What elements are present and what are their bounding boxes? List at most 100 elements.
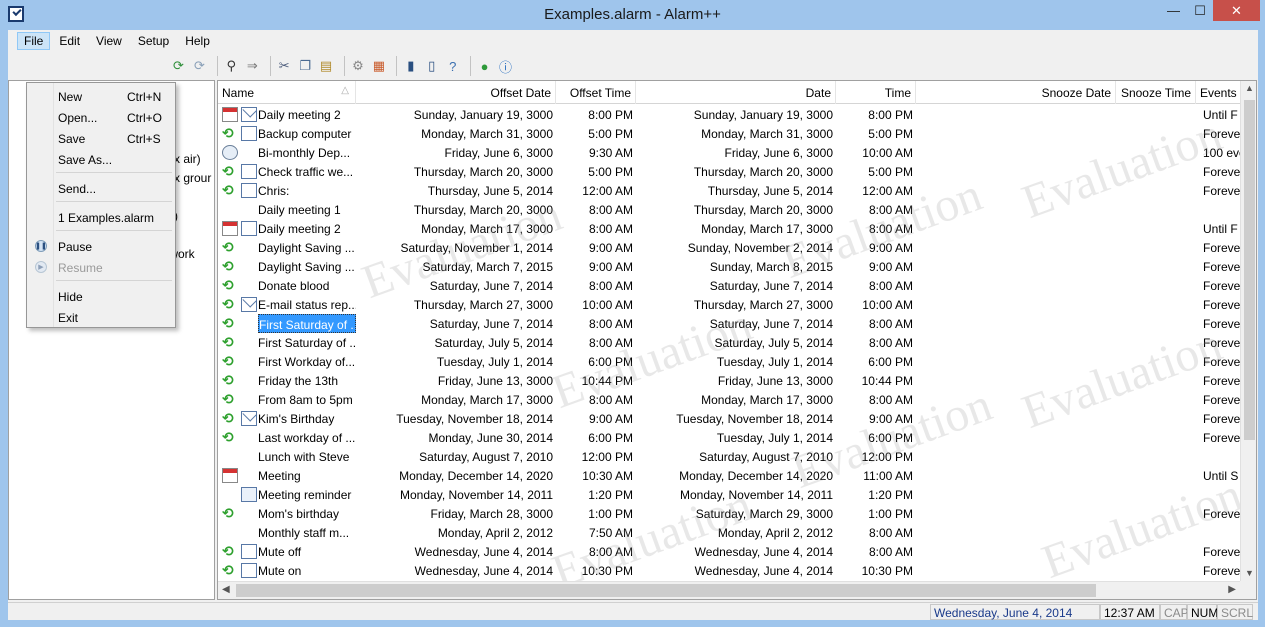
alarm-date: Friday, June 6, 3000 — [724, 146, 833, 160]
menu-item-pause[interactable]: ❚❚ Pause — [27, 237, 175, 256]
table-row[interactable]: ⟲ Backup computer Monday, March 31, 3000 5:… — [218, 124, 1256, 143]
alarm-list[interactable]: Name △ Offset Date Offset Time Date Time … — [217, 80, 1257, 600]
binoculars-icon[interactable]: ⚲ — [223, 57, 240, 76]
menu-item-exit[interactable]: Exit — [27, 308, 175, 327]
table-row[interactable]: ⟲ Mute off Wednesday, June 4, 2014 8:00 AM W… — [218, 542, 1256, 561]
offset-time: 8:00 AM — [588, 203, 633, 217]
scroll-right-icon[interactable]: ▶ — [1228, 584, 1236, 595]
table-row[interactable]: ⟲ Daylight Saving ... Saturday, March 7, 2… — [218, 257, 1256, 276]
column-header-offset-date[interactable]: Offset Date — [356, 81, 556, 104]
menu-item-label: Exit — [58, 311, 79, 325]
table-row[interactable]: Monthly staff m... Monday, April 2, 2012 7… — [218, 523, 1256, 542]
column-header-time[interactable]: Time — [836, 81, 916, 104]
column-header-date[interactable]: Date — [636, 81, 836, 104]
menu-edit[interactable]: Edit — [52, 32, 87, 50]
alarm-time: 1:20 PM — [868, 488, 913, 502]
minimize-button[interactable]: — — [1160, 0, 1187, 21]
table-row[interactable]: ⟲ Mute on Wednesday, June 4, 2014 10:30 PM W… — [218, 561, 1256, 580]
close-button[interactable]: ✕ — [1213, 0, 1260, 21]
horizontal-scrollbar[interactable]: ◀ ▶ — [218, 581, 1240, 599]
refresh-icon[interactable]: ⟳ — [170, 57, 187, 76]
table-row[interactable]: ⟲ Kim's Birthday Tuesday, November 18, 201… — [218, 409, 1256, 428]
table-row[interactable]: ⟲ Chris: Thursday, June 5, 2014 12:00 AM Thu… — [218, 181, 1256, 200]
column-header-snooze-time[interactable]: Snooze Time — [1116, 81, 1196, 104]
column-header-name[interactable]: Name △ — [218, 81, 356, 104]
recur-icon: ⟲ — [222, 182, 234, 198]
table-row[interactable]: Daily meeting 2 Monday, March 17, 3000 8:0… — [218, 219, 1256, 238]
column-header-offset-time[interactable]: Offset Time — [556, 81, 636, 104]
alarm-time: 5:00 PM — [868, 127, 913, 141]
table-row[interactable]: Daily meeting 2 Sunday, January 19, 3000 8… — [218, 105, 1256, 124]
table-row[interactable]: ⟲ Donate blood Saturday, June 7, 2014 8:00 … — [218, 276, 1256, 295]
events: Foreve — [1203, 393, 1241, 407]
vertical-scrollbar[interactable]: ▲ ▼ — [1240, 81, 1256, 581]
offset-date: Tuesday, July 1, 2014 — [436, 355, 553, 369]
menu-item-label: Open... — [58, 111, 98, 125]
arrow-icon[interactable]: ⇒ — [244, 57, 261, 76]
help-icon[interactable]: ? — [444, 57, 461, 76]
table-row[interactable]: Meeting reminder Monday, November 14, 201… — [218, 485, 1256, 504]
table-row[interactable]: ⟲ Mom's birthday Friday, March 28, 3000 1:0… — [218, 504, 1256, 523]
table-row[interactable]: ⟲ Daylight Saving ... Saturday, November 1… — [218, 238, 1256, 257]
table-row[interactable]: ⟲ Friday the 13th Friday, June 13, 3000 10:… — [218, 371, 1256, 390]
recur-icon: ⟲ — [222, 334, 234, 350]
menu-setup[interactable]: Setup — [131, 32, 176, 50]
scroll-up-icon[interactable]: ▲ — [1245, 83, 1254, 93]
scroll-down-icon[interactable]: ▼ — [1245, 568, 1254, 578]
recur-icon: ⟲ — [222, 543, 234, 559]
offset-date: Thursday, March 20, 3000 — [413, 203, 553, 217]
alarm-time: 5:00 PM — [868, 165, 913, 179]
menu-item-hide[interactable]: Hide — [27, 287, 175, 306]
events: Foreve — [1203, 374, 1241, 388]
sort-ascending-icon: △ — [341, 85, 349, 96]
vertical-scroll-thumb[interactable] — [1244, 100, 1255, 440]
menu-file[interactable]: File — [17, 32, 51, 50]
alarm-name: Daily meeting 1 — [258, 203, 341, 217]
table-row[interactable]: ⟲ From 8am to 5pm Monday, March 17, 3000 8:… — [218, 390, 1256, 409]
toolbar-separator — [269, 56, 271, 76]
table-row[interactable]: ⟲ First Saturday of ... Saturday, July 5, … — [218, 333, 1256, 352]
info-icon[interactable]: ⓘ — [497, 57, 514, 76]
menu-item-open[interactable]: Open... Ctrl+O — [27, 108, 175, 127]
alarm-time: 8:00 AM — [868, 317, 913, 331]
globe-icon[interactable]: ● — [476, 57, 493, 76]
refresh-all-icon[interactable]: ⟳ — [191, 57, 208, 76]
paste-icon[interactable]: ▤ — [318, 57, 335, 76]
alarm-date: Monday, December 14, 2020 — [679, 469, 833, 483]
menu-item-save[interactable]: Save Ctrl+S — [27, 129, 175, 148]
menu-separator — [56, 172, 172, 173]
maximize-button[interactable]: ☐ — [1187, 0, 1213, 21]
alarm-date: Tuesday, July 1, 2014 — [716, 431, 833, 445]
table-row[interactable]: ⟲ Last workday of ... Monday, June 30, 201… — [218, 428, 1256, 447]
table-row[interactable]: Meeting Monday, December 14, 2020 10:30 AM… — [218, 466, 1256, 485]
cut-icon[interactable]: ✂ — [276, 57, 293, 76]
status-scroll-lock: SCRL — [1217, 604, 1253, 620]
table-row[interactable]: Daily meeting 1 Thursday, March 20, 3000 8… — [218, 200, 1256, 219]
events: Foreve — [1203, 184, 1241, 198]
menu-item-recent-file[interactable]: 1 Examples.alarm — [27, 208, 175, 227]
column-header-snooze-date[interactable]: Snooze Date — [916, 81, 1116, 104]
scroll-left-icon[interactable]: ◀ — [222, 584, 230, 595]
alarm-time: 8:00 AM — [868, 203, 913, 217]
table-row[interactable]: ⟲ First Saturday of ... Saturday, June 7, … — [218, 314, 1256, 333]
alarm-time: 8:00 AM — [868, 222, 913, 236]
table-row[interactable]: Lunch with Steve Saturday, August 7, 2010… — [218, 447, 1256, 466]
checkbox-icon — [241, 164, 257, 179]
table-row[interactable]: ⟲ First Workday of... Tuesday, July 1, 201… — [218, 352, 1256, 371]
table-row[interactable]: ⟲ E-mail status rep... Thursday, March 27,… — [218, 295, 1256, 314]
menu-item-new[interactable]: New Ctrl+N — [27, 87, 175, 106]
events: Foreve — [1203, 431, 1241, 445]
open-book-icon[interactable]: ▯ — [423, 57, 440, 76]
menu-item-save-as[interactable]: Save As... — [27, 150, 175, 169]
menu-item-send[interactable]: Send... — [27, 179, 175, 198]
calendar-icon[interactable]: ▦ — [370, 57, 387, 76]
horizontal-scroll-thumb[interactable] — [236, 584, 1096, 597]
table-row[interactable]: Bi-monthly Dep... Friday, June 6, 3000 9:3… — [218, 143, 1256, 162]
book-icon[interactable]: ▮ — [402, 57, 419, 76]
table-row[interactable]: ⟲ Check traffic we... Thursday, March 20, … — [218, 162, 1256, 181]
menu-help[interactable]: Help — [178, 32, 217, 50]
menu-view[interactable]: View — [89, 32, 129, 50]
memo-icon — [241, 487, 257, 502]
copy-icon[interactable]: ❐ — [297, 57, 314, 76]
gear-icon[interactable]: ⚙ — [349, 57, 366, 76]
